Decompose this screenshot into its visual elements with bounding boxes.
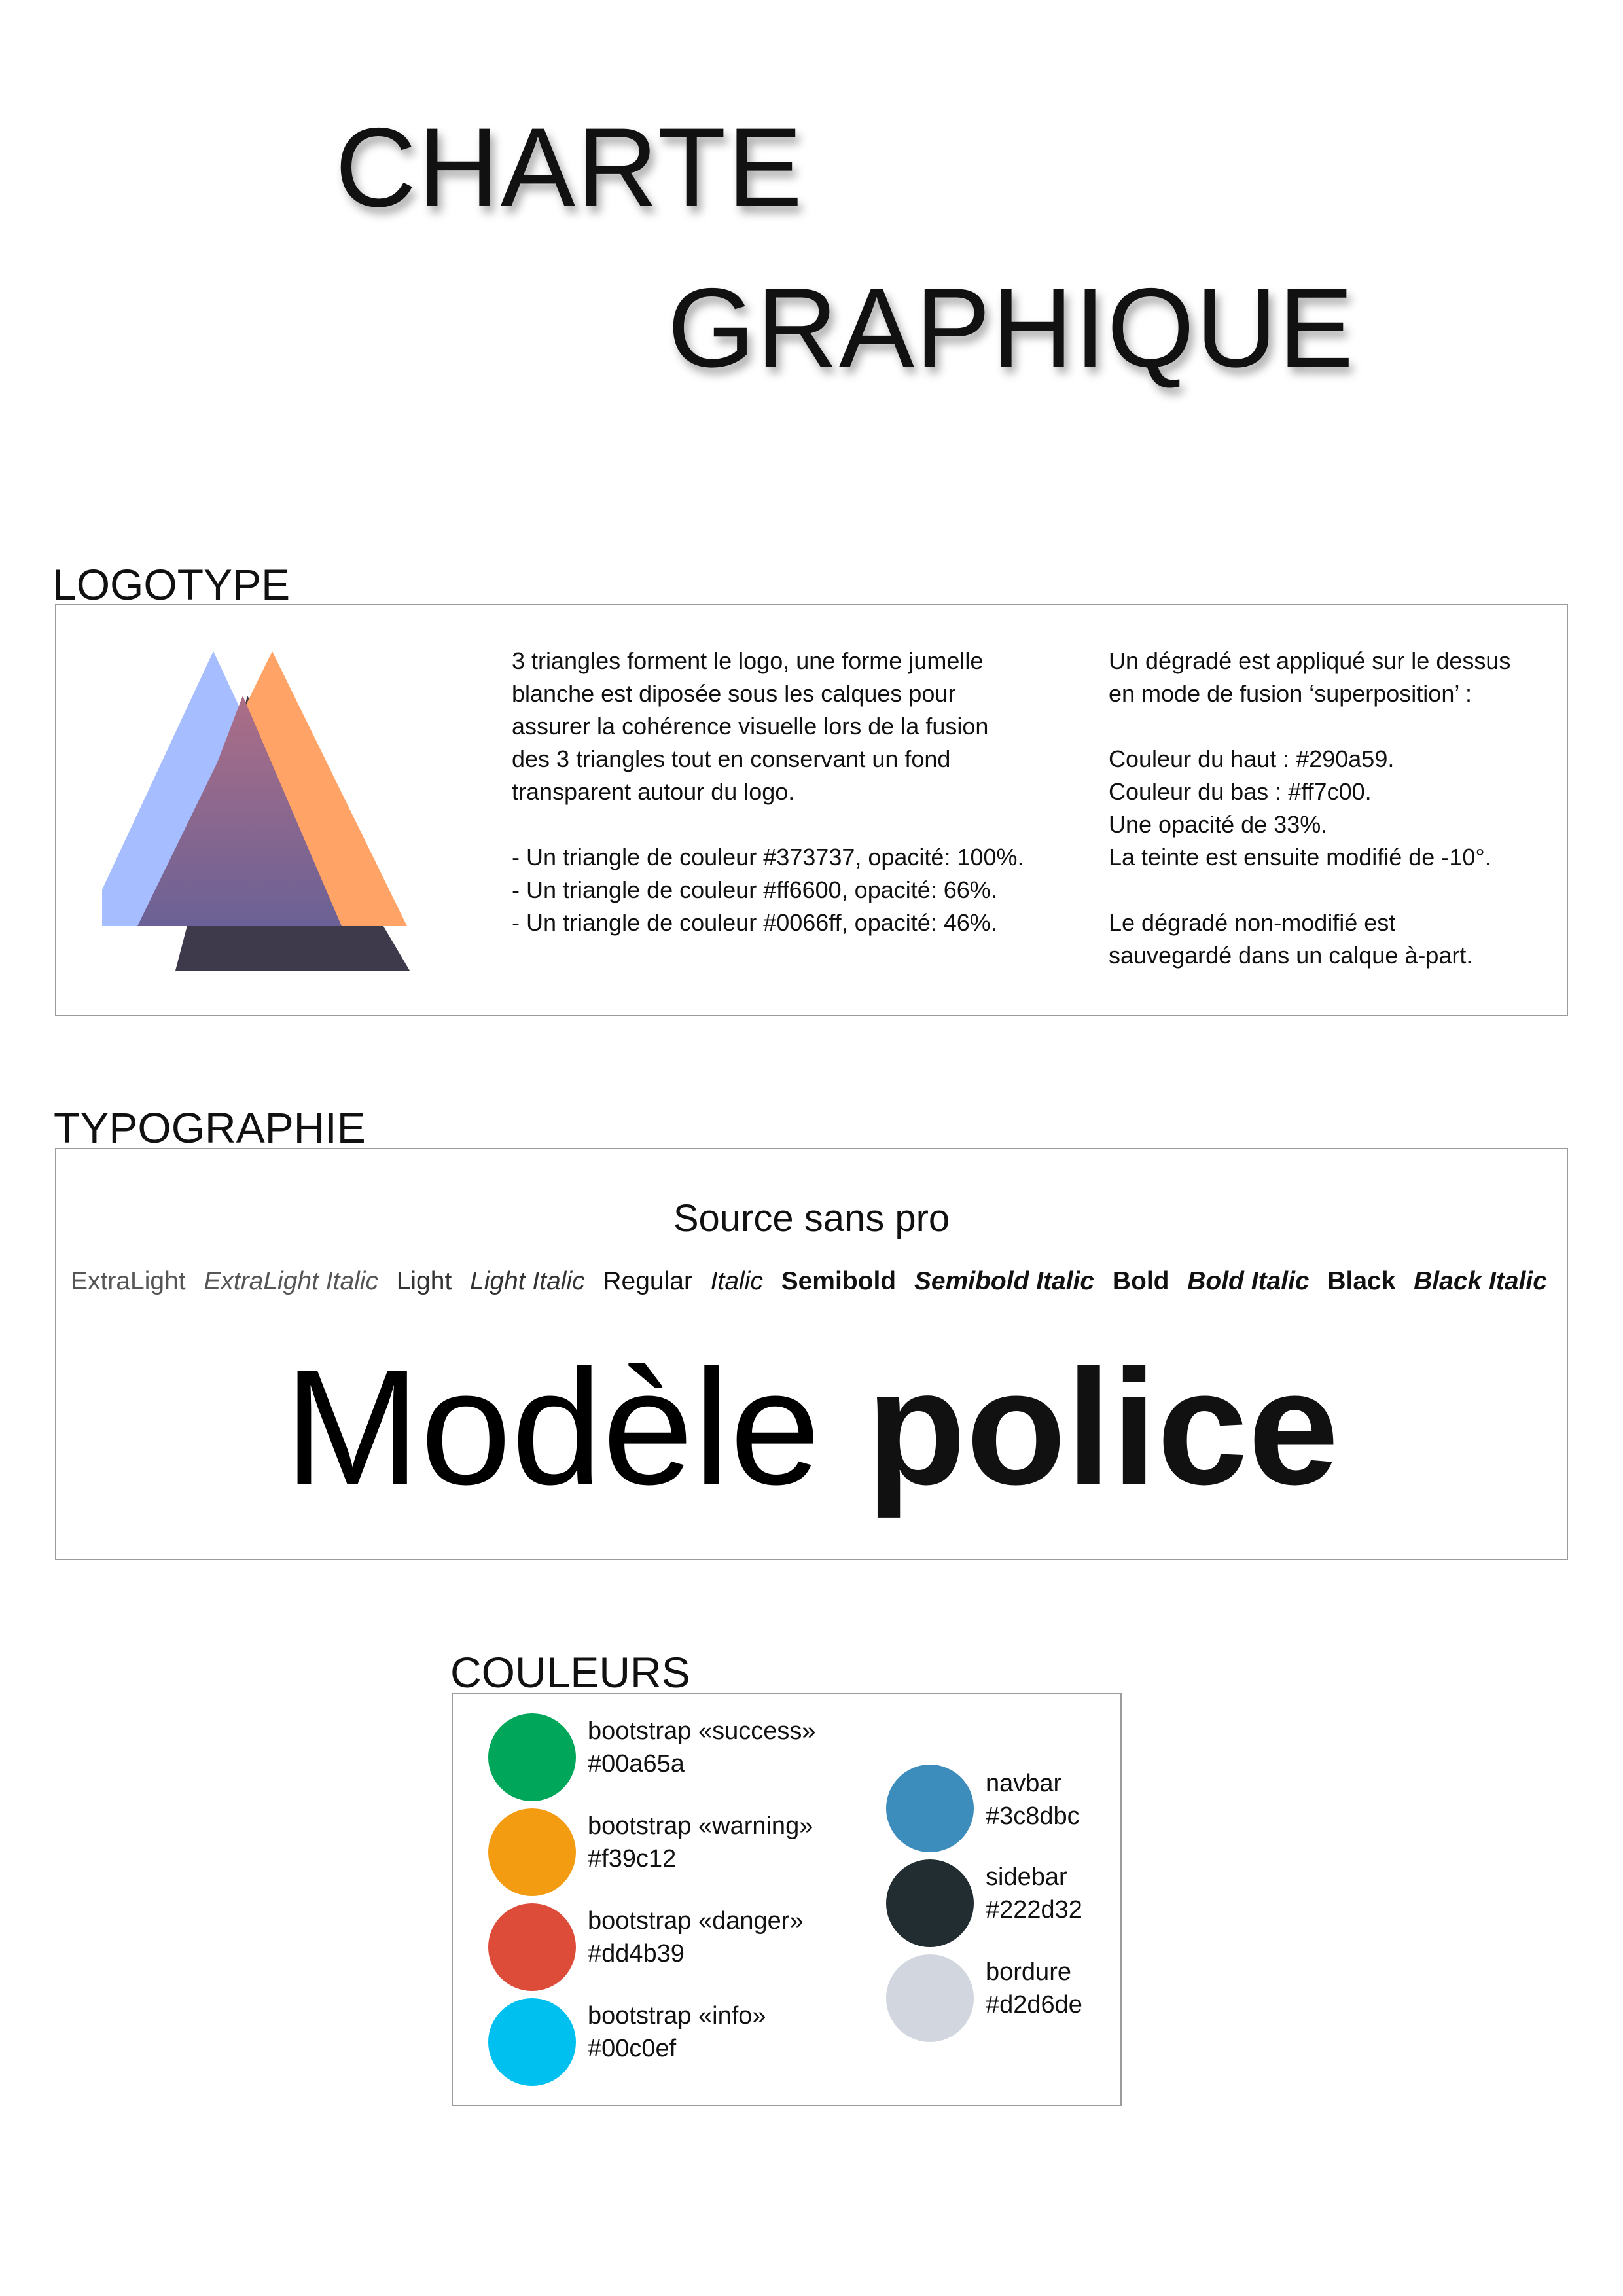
section-label-logotype: LOGOTYPE <box>52 560 291 609</box>
swatch-navbar <box>886 1765 974 1852</box>
swatch-bordure-name: bordure <box>986 1958 1071 1986</box>
swatch-warning-name: bootstrap «warning» <box>588 1812 813 1840</box>
swatch-warning-label: bootstrap «warning» #f39c12 <box>588 1810 813 1875</box>
weight-bold-italic: Bold Italic <box>1187 1267 1310 1295</box>
weight-black-italic: Black Italic <box>1414 1267 1547 1295</box>
swatch-navbar-hex: #3c8dbc <box>986 1803 1080 1830</box>
font-sample-bold: police <box>866 1336 1339 1518</box>
weight-semibold-italic: Semibold Italic <box>914 1267 1095 1295</box>
font-name: Source sans pro <box>673 1197 950 1240</box>
swatch-warning-hex: #f39c12 <box>588 1845 677 1873</box>
swatch-navbar-name: navbar <box>986 1770 1062 1797</box>
section-label-typographie: TYPOGRAPHIE <box>54 1103 366 1152</box>
weight-light: Light <box>396 1267 452 1295</box>
swatch-info-name: bootstrap «info» <box>588 2002 766 2030</box>
logotype-description-left: 3 triangles forment le logo, une forme j… <box>512 647 1024 936</box>
swatch-sidebar <box>886 1859 974 1947</box>
swatch-danger-label: bootstrap «danger» #dd4b39 <box>588 1905 804 1970</box>
font-weights-list: ExtraLight ExtraLight Italic Light Light… <box>56 1267 1567 1296</box>
swatch-success <box>488 1713 576 1801</box>
page-title-line-1: CHARTE <box>335 105 804 230</box>
swatch-sidebar-label: sidebar #222d32 <box>986 1861 1082 1926</box>
swatch-info <box>488 1998 576 2086</box>
page-title-line-2: GRAPHIQUE <box>668 265 1355 391</box>
weight-regular: Regular <box>603 1267 692 1295</box>
swatch-bordure <box>886 1954 974 2042</box>
weight-extralight-italic: ExtraLight Italic <box>204 1267 378 1295</box>
logotype-description-right: Un dégradé est appliqué sur le dessus en… <box>1109 647 1511 969</box>
swatch-success-label: bootstrap «success» #00a65a <box>588 1715 816 1780</box>
swatch-success-hex: #00a65a <box>588 1750 685 1778</box>
swatch-info-hex: #00c0ef <box>588 2035 677 2062</box>
swatch-bordure-hex: #d2d6de <box>986 1991 1082 2018</box>
typographie-box: Source sans pro ExtraLight ExtraLight It… <box>55 1148 1568 1560</box>
swatch-danger-hex: #dd4b39 <box>588 1940 685 1967</box>
swatch-navbar-label: navbar #3c8dbc <box>986 1767 1080 1833</box>
swatch-bordure-label: bordure #d2d6de <box>986 1956 1082 2021</box>
font-sample: Modèle police <box>56 1346 1567 1509</box>
weight-light-italic: Light Italic <box>470 1267 585 1295</box>
swatch-danger <box>488 1903 576 1991</box>
weight-semibold: Semibold <box>781 1267 897 1295</box>
weight-black: Black <box>1327 1267 1396 1295</box>
weight-italic: Italic <box>710 1267 763 1295</box>
section-label-couleurs: COULEURS <box>450 1648 690 1696</box>
font-sample-thin: Modèle <box>284 1336 821 1518</box>
logo-image <box>102 651 410 971</box>
swatch-warning <box>488 1808 576 1896</box>
weight-bold: Bold <box>1112 1267 1169 1295</box>
logotype-box: 3 triangles forment le logo, une forme j… <box>55 604 1568 1016</box>
swatch-danger-name: bootstrap «danger» <box>588 1907 804 1935</box>
swatch-success-name: bootstrap «success» <box>588 1717 816 1745</box>
swatch-info-label: bootstrap «info» #00c0ef <box>588 2000 766 2065</box>
weight-extralight: ExtraLight <box>71 1267 186 1295</box>
swatch-sidebar-name: sidebar <box>986 1863 1067 1891</box>
couleurs-box: bootstrap «success» #00a65a bootstrap «w… <box>452 1693 1122 2106</box>
swatch-sidebar-hex: #222d32 <box>986 1896 1082 1924</box>
